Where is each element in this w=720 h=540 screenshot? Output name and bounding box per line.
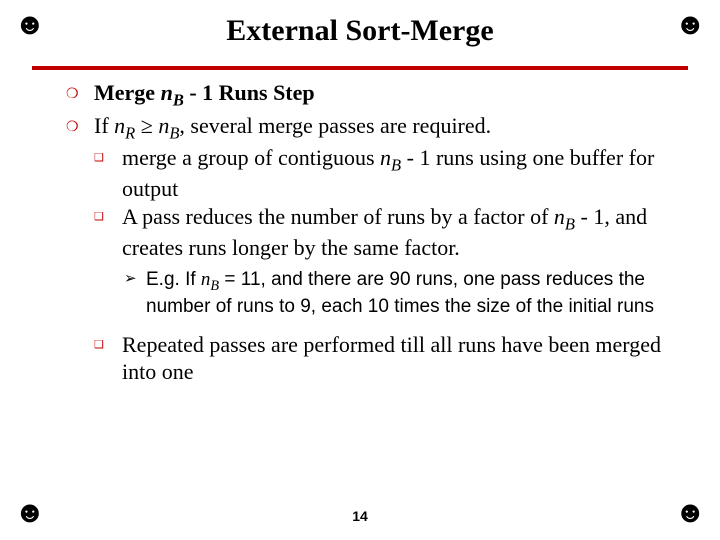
sub-sub-bullet-1-text: E.g. If nB = 11, and there are 90 runs, … [146, 268, 678, 318]
var-sub: B [173, 90, 184, 109]
bullet-2: ❍ If nR ≥ nB, several merge passes are r… [66, 113, 678, 144]
square-bullet-icon: ❑ [94, 332, 122, 386]
var-n: n [158, 113, 169, 138]
bullet-2-text: If nR ≥ nB, several merge passes are req… [94, 113, 491, 144]
text: If [94, 113, 114, 138]
var-sub: B [169, 123, 179, 142]
sub-bullet-3-text: Repeated passes are performed till all r… [122, 332, 678, 386]
slide-title: External Sort-Merge [0, 0, 720, 48]
arrow-bullet-icon: ➢ [124, 268, 146, 318]
divider [32, 66, 688, 70]
text: = 11, and there are 90 runs, one pass re… [146, 269, 654, 317]
bullet-1: ❍ Merge nB - 1 Runs Step [66, 80, 678, 111]
text: ≥ [135, 113, 158, 138]
sub-sub-bullet-1: ➢ E.g. If nB = 11, and there are 90 runs… [66, 268, 678, 318]
text: Merge [94, 80, 161, 105]
corner-icon-top-right: ☻ [674, 10, 706, 40]
content: ❍ Merge nB - 1 Runs Step ❍ If nR ≥ nB, s… [0, 80, 720, 386]
sub-bullet-2: ❑ A pass reduces the number of runs by a… [66, 204, 678, 261]
var-n: n [114, 113, 125, 138]
var-n: n [161, 80, 173, 105]
var-sub: R [125, 123, 135, 142]
sub-bullet-3: ❑ Repeated passes are performed till all… [66, 332, 678, 386]
var-sub: B [391, 155, 401, 174]
sub-bullet-2-text: A pass reduces the number of runs by a f… [122, 204, 678, 261]
circle-bullet-icon: ❍ [66, 80, 94, 111]
text: E.g. If [146, 269, 201, 290]
text: A pass reduces the number of runs by a f… [122, 204, 554, 229]
sub-bullet-1: ❑ merge a group of contiguous nB - 1 run… [66, 145, 678, 202]
circle-bullet-icon: ❍ [66, 113, 94, 144]
page-number: 14 [0, 508, 720, 524]
var-n: n [554, 204, 565, 229]
var-n: n [201, 269, 211, 290]
var-n: n [380, 145, 391, 170]
bullet-1-text: Merge nB - 1 Runs Step [94, 80, 315, 111]
corner-icon-top-left: ☻ [14, 10, 46, 40]
square-bullet-icon: ❑ [94, 204, 122, 261]
sub-bullet-1-text: merge a group of contiguous nB - 1 runs … [122, 145, 678, 202]
var-sub: B [210, 278, 219, 294]
square-bullet-icon: ❑ [94, 145, 122, 202]
text: - 1 Runs Step [184, 80, 315, 105]
var-sub: B [565, 215, 575, 234]
text: merge a group of contiguous [122, 145, 380, 170]
slide: ☻ ☻ ☻ ☻ External Sort-Merge ❍ Merge nB -… [0, 0, 720, 540]
text: , several merge passes are required. [179, 113, 491, 138]
